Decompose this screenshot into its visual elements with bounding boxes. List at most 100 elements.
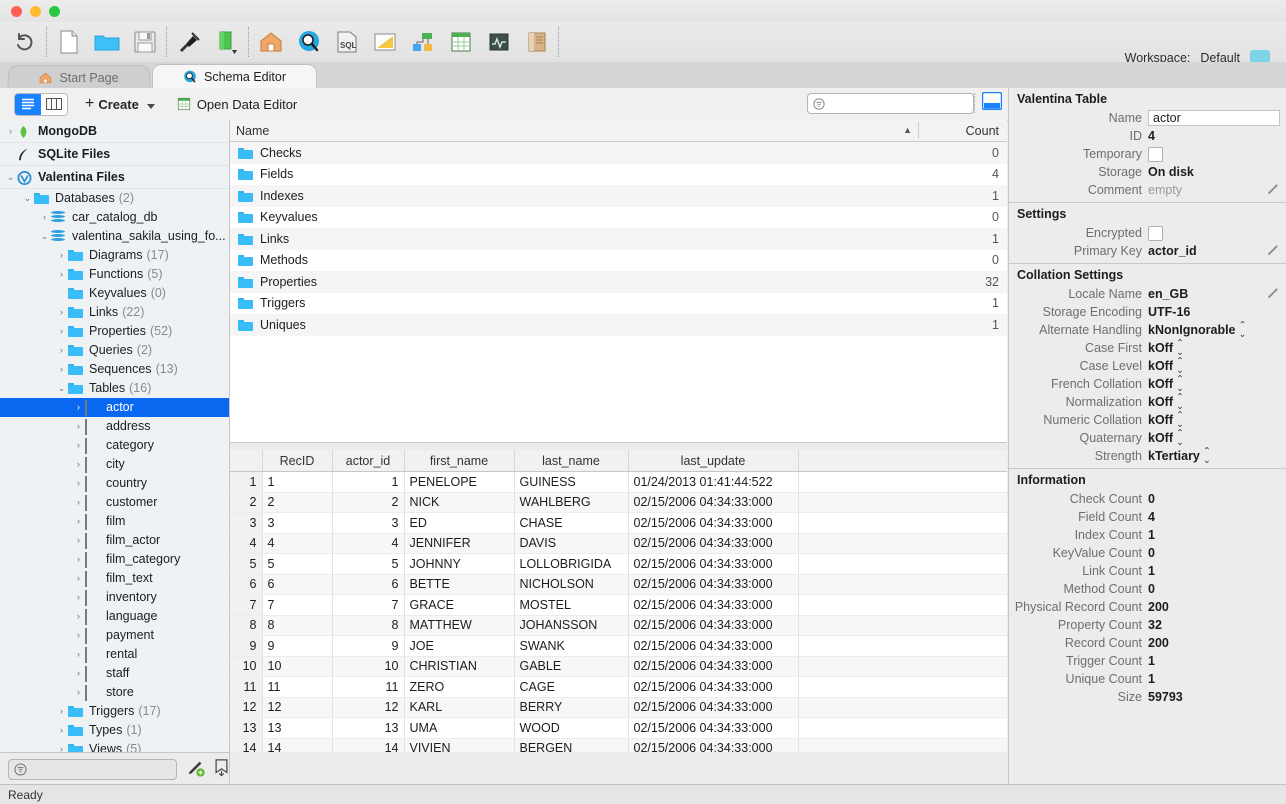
grid-cell-first-name[interactable]: KARL	[404, 697, 515, 718]
grid-cell-recid[interactable]: 14	[262, 738, 333, 752]
tree-item-city[interactable]: › city	[0, 455, 229, 474]
schema-editor-icon[interactable]	[290, 24, 328, 60]
collation-value[interactable]: kOff	[1148, 431, 1173, 445]
open-folder-icon[interactable]	[88, 24, 126, 60]
list-item[interactable]: Triggers 1	[230, 293, 1007, 315]
grid-cell-recid[interactable]: 11	[262, 676, 333, 698]
grid-cell-recid[interactable]: 2	[262, 492, 333, 513]
tree-item-language[interactable]: › language	[0, 607, 229, 626]
grid-cell-last-update[interactable]: 02/15/2006 04:34:33:000	[628, 553, 799, 575]
data-editor-icon[interactable]	[442, 24, 480, 60]
collation-value[interactable]: kOff	[1148, 341, 1173, 355]
view-mode-segmented-control[interactable]	[14, 92, 68, 116]
grid-cell-last-name[interactable]: WOOD	[514, 717, 629, 739]
list-item[interactable]: Methods 0	[230, 250, 1007, 272]
grid-cell-recid[interactable]: 10	[262, 656, 333, 677]
search-input[interactable]	[807, 93, 974, 114]
collation-value[interactable]: kOff	[1148, 395, 1173, 409]
grid-cell-actor-id[interactable]: 6	[332, 574, 405, 595]
grid-cell-first-name[interactable]: PENELOPE	[404, 471, 515, 493]
tree-item-inventory[interactable]: › inventory	[0, 588, 229, 607]
grid-cell-actor-id[interactable]: 1	[332, 471, 405, 493]
stepper-icon[interactable]: ⌃ ⌄	[1203, 447, 1211, 466]
tree-root-sqlite-files[interactable]: SQLite Files	[0, 143, 229, 166]
grid-cell-last-name[interactable]: NICHOLSON	[514, 574, 629, 595]
grid-cell-last-name[interactable]: MOSTEL	[514, 594, 629, 616]
tree-item-triggers[interactable]: › Triggers (17)	[0, 702, 229, 721]
edit-pencil-icon[interactable]	[1267, 244, 1280, 260]
edit-pencil-icon[interactable]	[1267, 183, 1280, 199]
disclosure-triangle-closed[interactable]: ›	[55, 706, 68, 716]
grid-cell-last-update[interactable]: 02/15/2006 04:34:33:000	[628, 656, 799, 677]
sort-ascending-icon[interactable]: ▲	[903, 125, 912, 135]
tree-item-film_text[interactable]: › film_text	[0, 569, 229, 588]
grid-cell-last-name[interactable]: JOHANSSON	[514, 615, 629, 636]
tree-item-address[interactable]: › address	[0, 417, 229, 436]
list-item[interactable]: Checks 0	[230, 142, 1007, 164]
table-row[interactable]: 4 4 4 JENNIFER DAVIS 02/15/2006 04:34:33:000	[230, 533, 1007, 554]
tree-item-valentina_sakila_using_fo-[interactable]: ⌄ valentina_sakila_using_fo...	[0, 227, 229, 246]
grid-cell-last-name[interactable]: LOLLOBRIGIDA	[514, 553, 629, 575]
tree-item-customer[interactable]: › customer	[0, 493, 229, 512]
grid-cell-actor-id[interactable]: 4	[332, 533, 405, 554]
table-row[interactable]: 8 8 8 MATTHEW JOHANSSON 02/15/2006 04:34:33:0…	[230, 615, 1007, 636]
tree-item-film_category[interactable]: › film_category	[0, 550, 229, 569]
disclosure-triangle-open[interactable]: ⌄	[38, 231, 51, 242]
list-item[interactable]: Keyvalues 0	[230, 207, 1007, 229]
stepper-icon[interactable]: ⌃ ⌄	[1176, 339, 1184, 358]
collation-value[interactable]: kOff	[1148, 359, 1173, 373]
grid-cell-actor-id[interactable]: 2	[332, 492, 405, 513]
grid-cell-recid[interactable]: 1	[262, 471, 333, 493]
grid-cell-first-name[interactable]: ED	[404, 512, 515, 534]
create-button[interactable]: + Create	[85, 95, 155, 113]
table-row[interactable]: 9 9 9 JOE SWANK 02/15/2006 04:34:33:000	[230, 635, 1007, 657]
disclosure-triangle-closed[interactable]: ›	[72, 478, 85, 488]
monitor-icon[interactable]	[480, 24, 518, 60]
disclosure-triangle-closed[interactable]: ›	[72, 402, 85, 412]
stepper-icon[interactable]: ⌃ ⌄	[1239, 321, 1247, 340]
object-tree-sidebar[interactable]: › MongoDB SQLite Files ⌄ Valentina Files ⌄ Dat…	[0, 120, 230, 752]
collation-value[interactable]: kOff	[1148, 413, 1173, 427]
grid-cell-recid[interactable]: 13	[262, 717, 333, 739]
list-item[interactable]: Fields 4	[230, 164, 1007, 186]
tab-start-page[interactable]: Start Page	[7, 65, 151, 90]
grid-cell-recid[interactable]: 8	[262, 615, 333, 636]
disclosure-triangle-closed[interactable]: ›	[72, 440, 85, 450]
table-row[interactable]: 6 6 6 BETTE NICHOLSON 02/15/2006 04:34:33:000	[230, 574, 1007, 595]
grid-cell-last-update[interactable]: 02/15/2006 04:34:33:000	[628, 717, 799, 739]
grid-cell-last-update[interactable]: 02/15/2006 04:34:33:000	[628, 594, 799, 616]
table-row[interactable]: 10 10 10 CHRISTIAN GABLE 02/15/2006 04:34:33:…	[230, 656, 1007, 677]
grid-column-header[interactable]: last_update	[628, 450, 799, 472]
grid-cell-first-name[interactable]: JOE	[404, 635, 515, 657]
tree-item-film[interactable]: › film	[0, 512, 229, 531]
grid-cell-recid[interactable]: 9	[262, 635, 333, 657]
list-item[interactable]: Uniques 1	[230, 314, 1007, 336]
grid-cell-first-name[interactable]: NICK	[404, 492, 515, 513]
temporary-checkbox[interactable]	[1148, 146, 1163, 162]
grid-cell-last-name[interactable]: WAHLBERG	[514, 492, 629, 513]
disclosure-triangle-closed[interactable]: ›	[55, 345, 68, 355]
grid-cell-last-name[interactable]: CAGE	[514, 676, 629, 698]
list-item[interactable]: Links 1	[230, 228, 1007, 250]
grid-cell-last-update[interactable]: 01/24/2013 01:41:44:522	[628, 471, 799, 493]
disclosure-triangle-closed[interactable]: ›	[4, 126, 17, 136]
undo-icon[interactable]	[6, 24, 44, 60]
tree-item-views[interactable]: › Views (5)	[0, 740, 229, 752]
disclosure-triangle-closed[interactable]: ›	[38, 212, 51, 222]
tree-item-queries[interactable]: › Queries (2)	[0, 341, 229, 360]
grid-cell-first-name[interactable]: ZERO	[404, 676, 515, 698]
grid-cell-last-name[interactable]: GABLE	[514, 656, 629, 677]
tree-item-car_catalog_db[interactable]: › car_catalog_db	[0, 208, 229, 227]
tab-schema-editor[interactable]: Schema Editor	[152, 64, 317, 89]
grid-cell-actor-id[interactable]: 7	[332, 594, 405, 616]
encrypted-checkbox[interactable]	[1148, 225, 1163, 241]
disclosure-triangle-closed[interactable]: ›	[55, 307, 68, 317]
grid-cell-last-update[interactable]: 02/15/2006 04:34:33:000	[628, 492, 799, 513]
disclosure-triangle-open[interactable]: ⌄	[4, 172, 17, 183]
grid-cell-first-name[interactable]: GRACE	[404, 594, 515, 616]
disclosure-triangle-closed[interactable]: ›	[55, 744, 68, 752]
grid-cell-first-name[interactable]: CHRISTIAN	[404, 656, 515, 677]
new-document-icon[interactable]	[50, 24, 88, 60]
diagram-icon[interactable]	[366, 24, 404, 60]
disclosure-triangle-closed[interactable]: ›	[72, 687, 85, 697]
